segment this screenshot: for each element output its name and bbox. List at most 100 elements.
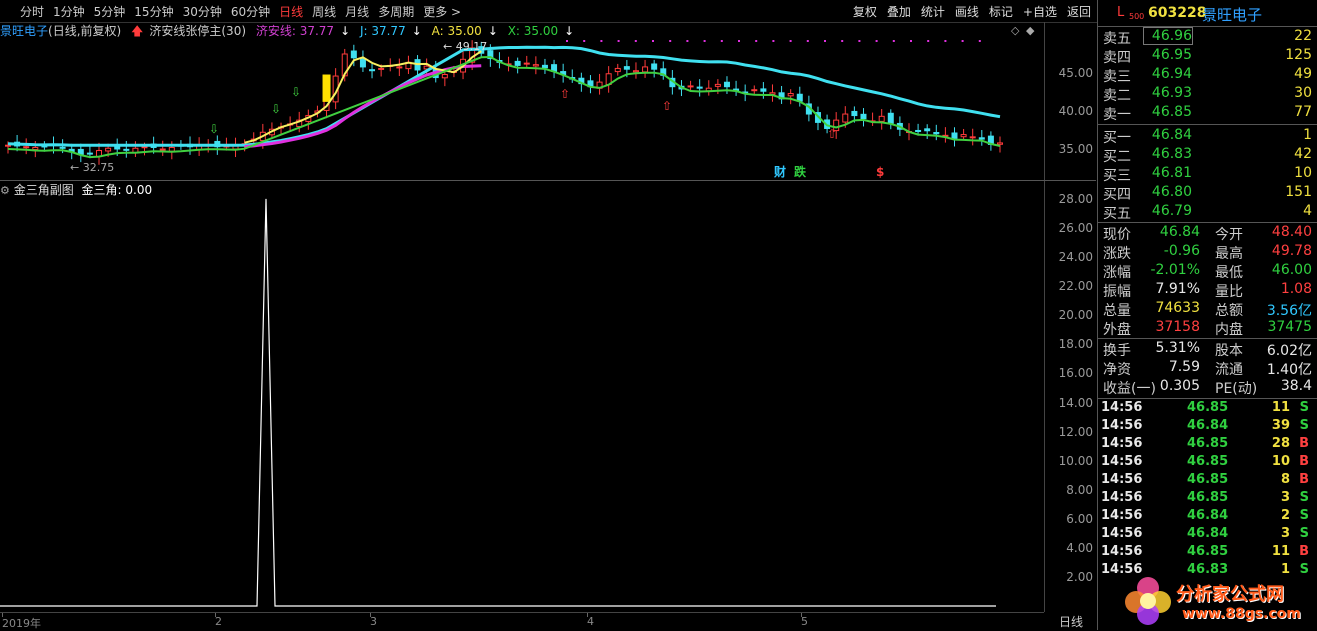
sell-level-row[interactable]: 卖四 46.95 125: [1098, 47, 1317, 66]
fundamental-value: 6.02亿: [1266, 343, 1312, 359]
fundamental-value: 5.31%: [1155, 340, 1200, 356]
date-tick: [215, 613, 216, 617]
candle-body: [642, 66, 649, 73]
event-marker: $: [876, 165, 884, 179]
candle-body: [396, 66, 403, 69]
sub-tick-label: 16.00: [1058, 366, 1093, 380]
candle-body: [860, 113, 867, 120]
sub-tick-label: 20.00: [1058, 308, 1093, 322]
stock-code: 603228: [1148, 5, 1207, 21]
candle-body: [714, 83, 721, 87]
period-tab[interactable]: 15分钟: [134, 5, 173, 19]
price-candlestick-chart[interactable]: ⇩ ⇩ ⇩ ⇧ ⇧ ⇧ ← 49.17 ← 32.75 财跌 $: [0, 38, 1044, 180]
sub-tick-label: 22.00: [1058, 279, 1093, 293]
tick-side: S: [1299, 418, 1309, 433]
main-chart-header: 景旺电子(日线,前复权) 🡅 济安线张停主(30) 济安线: 37.77 ↓ J: …: [0, 22, 1040, 39]
arrow-up-icon: 🡅: [131, 24, 144, 38]
price-tick-label: 45.00: [1058, 66, 1093, 80]
signal-dot: [875, 40, 878, 42]
period-tab[interactable]: 1分钟: [53, 5, 85, 19]
tick-volume: 11: [1271, 544, 1290, 559]
event-marker: 财: [773, 164, 786, 179]
quote-value: 3.56亿: [1266, 303, 1312, 319]
buy-level-row[interactable]: 买一 46.84 1: [1098, 127, 1317, 146]
down-arrow-icon: ↓: [340, 24, 351, 38]
tick-row[interactable]: 14:56 46.84 39 S: [1098, 418, 1317, 436]
fundamental-row: 收益(一) 0.305 PE(动) 38.4: [1098, 378, 1317, 397]
tool-button[interactable]: 画线: [955, 5, 979, 19]
index-tag: 500: [1129, 12, 1145, 21]
adjust-mode-label: (日线,前复权): [48, 24, 122, 38]
buy-level-row[interactable]: 买五 46.79 4: [1098, 203, 1317, 222]
tick-row[interactable]: 14:56 46.84 3 S: [1098, 526, 1317, 544]
indicator-name[interactable]: 济安线张停主(30): [149, 24, 246, 38]
tick-row[interactable]: 14:56 46.85 3 S: [1098, 490, 1317, 508]
sub-tick-label: 24.00: [1058, 250, 1093, 264]
candle-body: [623, 66, 630, 70]
sell-level-row[interactable]: 卖三 46.94 49: [1098, 66, 1317, 85]
level-volume: 4: [1303, 203, 1312, 219]
sub-chart-title[interactable]: 金三角副图: [14, 183, 74, 197]
sell-level-row[interactable]: 卖二 46.93 30: [1098, 85, 1317, 104]
tool-button[interactable]: 返回: [1067, 5, 1091, 19]
period-tab[interactable]: 分时: [20, 5, 44, 19]
period-tab[interactable]: 多周期: [378, 5, 414, 19]
sub-tick-label: 4.00: [1066, 541, 1093, 555]
level-price: 46.85: [1151, 104, 1192, 120]
candle-body: [787, 93, 794, 97]
tick-row[interactable]: 14:56 46.85 11 S: [1098, 400, 1317, 418]
candle-body: [751, 89, 758, 92]
period-tab[interactable]: 日线: [279, 5, 303, 19]
period-tab[interactable]: 30分钟: [183, 5, 222, 19]
tick-row[interactable]: 14:56 46.84 2 S: [1098, 508, 1317, 526]
tick-side: B: [1299, 454, 1309, 469]
expand-diamond-icon[interactable]: ◇: [1011, 24, 1019, 37]
level-label: 买五: [1103, 206, 1131, 222]
price-tick-label: 35.00: [1058, 142, 1093, 156]
sell-level-row[interactable]: 卖五 46.96 22: [1098, 27, 1317, 47]
quote-value: 48.40: [1271, 224, 1312, 240]
candle-body: [997, 142, 1003, 145]
tool-button[interactable]: 标记: [989, 5, 1013, 19]
sub-tick-label: 14.00: [1058, 396, 1093, 410]
signal-dot: [892, 40, 895, 42]
level-price: 46.93: [1151, 85, 1192, 101]
chart-collapse-icon[interactable]: ◆: [1026, 24, 1034, 37]
sell-arrow-icon: ⇧: [560, 87, 570, 101]
tick-row[interactable]: 14:56 46.85 8 B: [1098, 472, 1317, 490]
buy-level-row[interactable]: 买二 46.83 42: [1098, 146, 1317, 165]
level-volume: 125: [1285, 47, 1312, 63]
quote-row: 涨跌 -0.96 最高 49.78: [1098, 243, 1317, 262]
fundamental-label: 换手: [1103, 343, 1131, 359]
tool-button[interactable]: 复权: [853, 5, 877, 19]
tool-button[interactable]: 叠加: [887, 5, 911, 19]
tick-row[interactable]: 14:56 46.85 10 B: [1098, 454, 1317, 472]
candle-body: [5, 144, 11, 147]
chart-divider: [0, 180, 1096, 181]
watermark-title: 分析家公式网: [1176, 584, 1284, 605]
period-tab[interactable]: 更多 >: [423, 5, 461, 19]
signal-dot: [738, 40, 740, 42]
period-tab[interactable]: 60分钟: [231, 5, 270, 19]
period-tab[interactable]: 月线: [345, 5, 369, 19]
candle-body: [915, 129, 922, 133]
tick-price: 46.84: [1187, 508, 1229, 523]
period-tab[interactable]: 5分钟: [94, 5, 126, 19]
tick-volume: 28: [1271, 436, 1290, 451]
tick-side: S: [1299, 490, 1309, 505]
tick-row[interactable]: 14:56 46.85 28 B: [1098, 436, 1317, 454]
golden-triangle-chart[interactable]: [0, 196, 1044, 610]
level-price: 46.96: [1143, 27, 1193, 45]
buy-level-row[interactable]: 买三 46.81 10: [1098, 165, 1317, 184]
fundamental-label: 净资: [1103, 362, 1131, 378]
period-tab[interactable]: 周线: [312, 5, 336, 19]
price-axis: 45.00 40.00 35.00: [1044, 22, 1097, 180]
tick-row[interactable]: 14:56 46.85 11 B: [1098, 544, 1317, 562]
candle-body: [924, 128, 931, 132]
buy-arrow-icon: ⇩: [209, 122, 219, 136]
buy-level-row[interactable]: 买四 46.80 151: [1098, 184, 1317, 203]
sub-tick-label: 28.00: [1058, 192, 1093, 206]
tool-button[interactable]: 统计: [921, 5, 945, 19]
tool-button[interactable]: +自选: [1023, 5, 1057, 19]
sell-level-row[interactable]: 卖一 46.85 77: [1098, 104, 1317, 123]
